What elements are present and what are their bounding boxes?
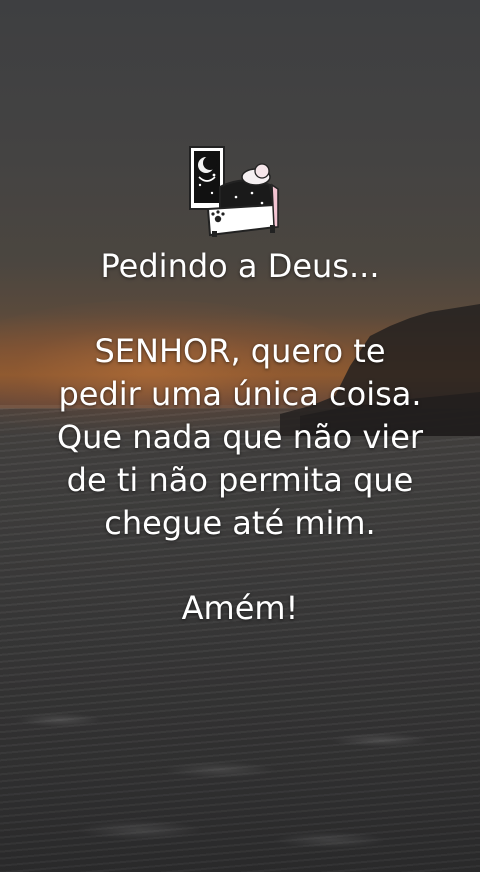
prayer-line: chegue até mim.	[104, 504, 376, 542]
prayer-title: Pedindo a Deus...	[100, 247, 380, 285]
prayer-text: SENHOR, quero te pedir uma única coisa. …	[0, 330, 480, 545]
story-screen: Pedindo a Deus... SENHOR, quero te pedir…	[0, 0, 480, 872]
prayer-line: Que nada que não vier	[56, 418, 424, 456]
prayer-line: SENHOR, quero te	[94, 332, 386, 370]
sea-foam	[0, 680, 480, 872]
prayer-line: de ti não permita que	[66, 461, 414, 499]
closing-amen: Amém!	[181, 589, 299, 627]
bed-sleeping-icon	[189, 146, 279, 237]
prayer-line: pedir uma única coisa.	[58, 375, 422, 413]
